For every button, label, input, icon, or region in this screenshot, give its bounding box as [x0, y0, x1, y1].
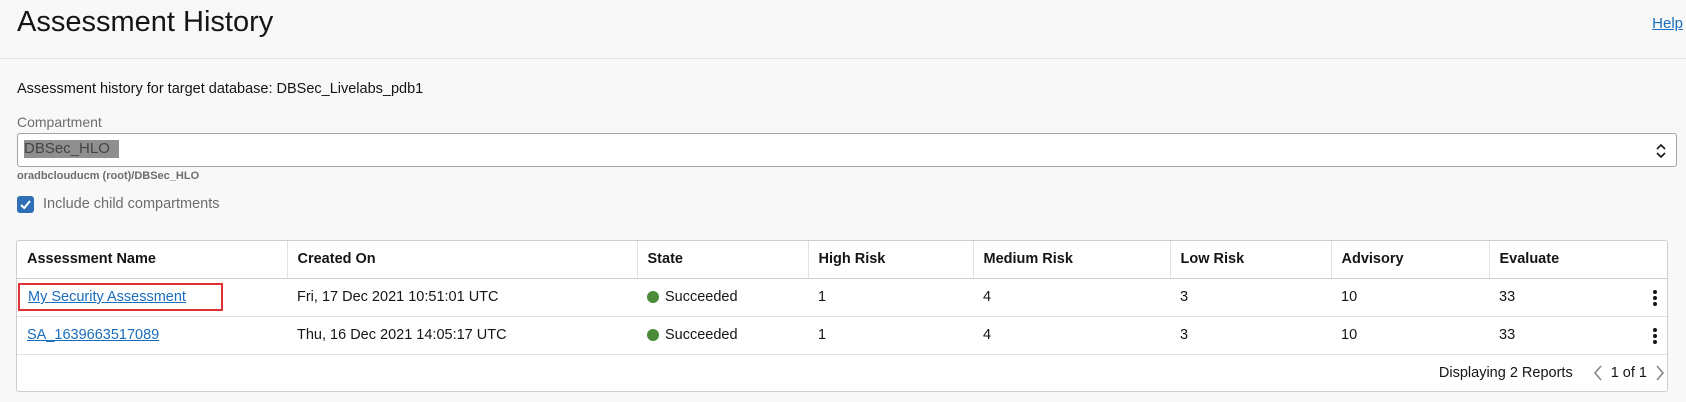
advisory-cell: 10	[1331, 278, 1489, 317]
state-cell: Succeeded	[637, 278, 808, 317]
status-dot-icon	[647, 329, 659, 341]
assessment-table: Assessment Name Created On State High Ri…	[16, 240, 1668, 392]
low-risk-cell: 3	[1170, 278, 1331, 317]
column-header-created-on[interactable]: Created On	[287, 241, 638, 279]
table-row: My Security Assessment Fri, 17 Dec 2021 …	[17, 278, 1667, 317]
pagination-prev-button[interactable]	[1591, 363, 1605, 383]
column-header-assessment-name[interactable]: Assessment Name	[17, 241, 288, 279]
chevron-right-icon	[1656, 365, 1665, 381]
assessment-name-cell: My Security Assessment	[17, 278, 287, 317]
compartment-label: Compartment	[17, 114, 102, 130]
highlight-box: My Security Assessment	[18, 283, 223, 311]
high-risk-cell: 1	[808, 316, 973, 355]
created-on-cell: Fri, 17 Dec 2021 10:51:01 UTC	[287, 278, 637, 317]
advisory-cell: 10	[1331, 316, 1489, 355]
help-link[interactable]: Help	[1652, 15, 1683, 32]
column-header-medium-risk[interactable]: Medium Risk	[973, 241, 1171, 279]
column-header-evaluate[interactable]: Evaluate	[1489, 241, 1667, 279]
evaluate-value: 33	[1499, 289, 1516, 305]
assessment-name-link[interactable]: My Security Assessment	[28, 289, 186, 305]
chevron-up-down-icon	[1656, 143, 1666, 159]
created-on-cell: Thu, 16 Dec 2021 14:05:17 UTC	[287, 316, 637, 355]
chevron-left-icon	[1593, 365, 1602, 381]
assessment-name-link[interactable]: SA_1639663517089	[27, 327, 159, 343]
state-cell: Succeeded	[637, 316, 808, 355]
column-header-low-risk[interactable]: Low Risk	[1170, 241, 1332, 279]
report-count: Displaying 2 Reports	[1438, 365, 1573, 381]
kebab-menu-icon[interactable]	[1652, 327, 1658, 344]
target-database-subtitle: Assessment history for target database: …	[17, 81, 424, 97]
evaluate-value: 33	[1499, 327, 1516, 343]
evaluate-cell: 33	[1489, 316, 1667, 355]
column-header-state[interactable]: State	[637, 241, 809, 279]
medium-risk-cell: 4	[973, 316, 1170, 355]
evaluate-cell: 33	[1489, 278, 1667, 317]
include-child-label: Include child compartments	[43, 196, 220, 212]
page-header: Assessment History Help	[0, 0, 1686, 59]
table-row: SA_1639663517089 Thu, 16 Dec 2021 14:05:…	[17, 316, 1667, 355]
pagination-status: 1 of 1	[1610, 365, 1647, 381]
table-header-row: Assessment Name Created On State High Ri…	[17, 241, 1667, 279]
page-title: Assessment History	[17, 6, 274, 38]
state-text: Succeeded	[665, 289, 738, 305]
pagination-next-button[interactable]	[1653, 363, 1667, 383]
compartment-select[interactable]: DBSec_HLO	[17, 133, 1677, 167]
include-child-checkbox[interactable]	[17, 195, 34, 213]
kebab-menu-icon[interactable]	[1652, 289, 1658, 306]
check-icon	[20, 199, 31, 209]
state-text: Succeeded	[665, 327, 738, 343]
status-dot-icon	[647, 291, 659, 303]
assessment-name-cell: SA_1639663517089	[17, 316, 287, 355]
compartment-path: oradbclouducm (root)/DBSec_HLO	[17, 170, 200, 182]
column-header-advisory[interactable]: Advisory	[1331, 241, 1490, 279]
column-header-high-risk[interactable]: High Risk	[808, 241, 974, 279]
include-child-compartments[interactable]: Include child compartments	[17, 195, 220, 213]
high-risk-cell: 1	[808, 278, 973, 317]
compartment-select-value: DBSec_HLO	[24, 140, 119, 158]
table-footer: Displaying 2 Reports 1 of 1	[1439, 358, 1667, 388]
low-risk-cell: 3	[1170, 316, 1331, 355]
medium-risk-cell: 4	[973, 278, 1170, 317]
